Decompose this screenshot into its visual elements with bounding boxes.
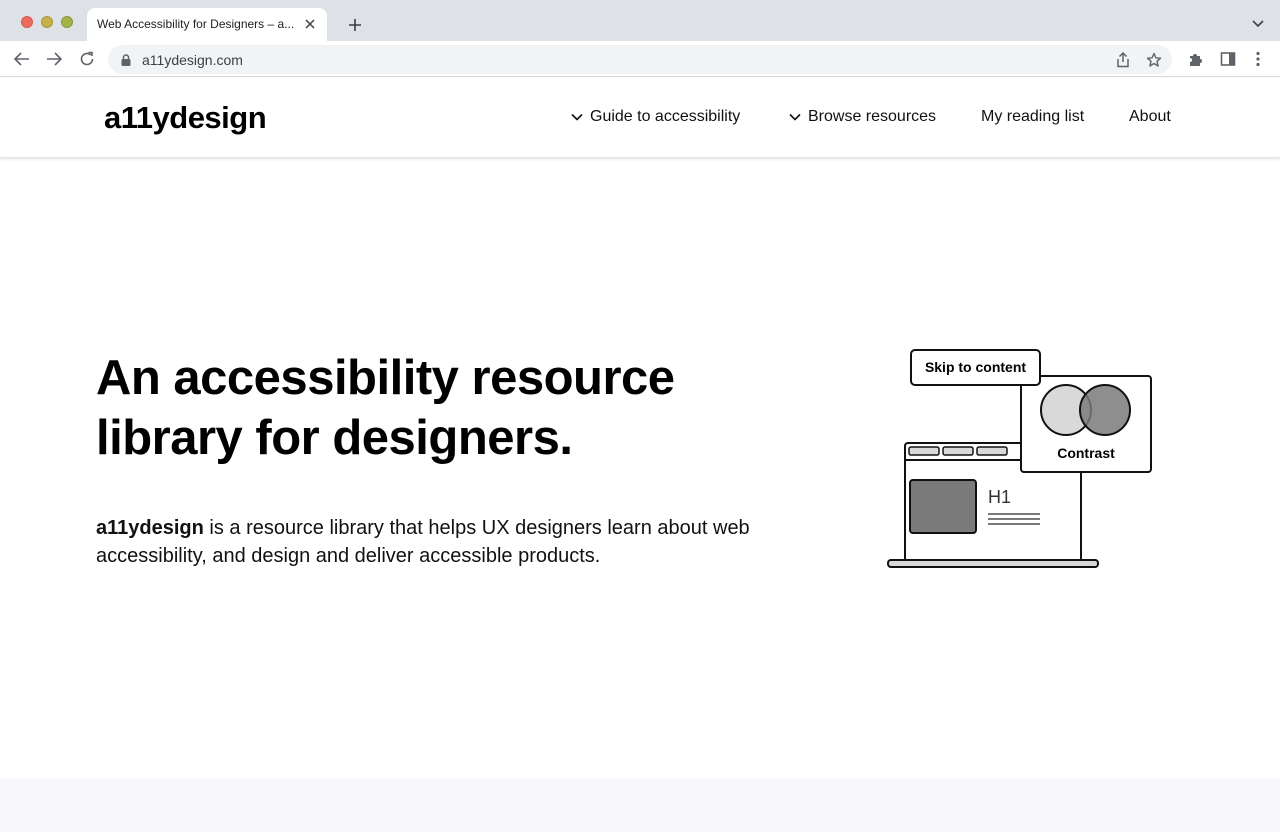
nav-browse-resources[interactable]: Browse resources bbox=[788, 108, 936, 126]
new-tab-icon[interactable] bbox=[345, 15, 365, 35]
heading-h1-label: H1 bbox=[988, 487, 1012, 507]
browser-toolbar: a11ydesign.com bbox=[0, 41, 1280, 77]
window-minimize-button[interactable] bbox=[41, 16, 53, 28]
tab-title: Web Accessibility for Designers – a... bbox=[97, 17, 295, 31]
nav-label: Guide to accessibility bbox=[590, 108, 741, 125]
nav-label: My reading list bbox=[981, 108, 1085, 125]
nav-my-reading-list[interactable]: My reading list bbox=[981, 108, 1084, 126]
window-maximize-button[interactable] bbox=[61, 16, 73, 28]
hero-title-line-1: An accessibility resource bbox=[96, 351, 675, 405]
browser-tabbar: Web Accessibility for Designers – a... bbox=[0, 0, 1280, 41]
share-icon[interactable] bbox=[1114, 51, 1132, 69]
url-text: a11ydesign.com bbox=[142, 52, 243, 68]
browser-menu-icon[interactable] bbox=[1249, 50, 1267, 68]
chevron-down-icon bbox=[789, 113, 801, 121]
nav-guide-to-accessibility[interactable]: Guide to accessibility bbox=[570, 108, 740, 126]
bookmark-star-icon[interactable] bbox=[1145, 51, 1163, 69]
site-logo[interactable]: a11ydesign bbox=[104, 100, 267, 136]
reload-icon[interactable] bbox=[77, 49, 97, 69]
hero-description-brand: a11ydesign bbox=[96, 517, 204, 539]
hero-title-line-2: library for designers. bbox=[96, 411, 573, 465]
back-arrow-icon[interactable] bbox=[12, 49, 32, 69]
site-header: a11ydesign Guide to accessibility Browse… bbox=[0, 78, 1280, 158]
lock-icon bbox=[120, 53, 132, 67]
hero-title: An accessibility resource library for de… bbox=[96, 348, 816, 468]
nav-label: About bbox=[1129, 108, 1171, 125]
extensions-puzzle-icon[interactable] bbox=[1187, 50, 1205, 68]
hero-description: a11ydesign is a resource library that he… bbox=[96, 514, 796, 570]
contrast-label: Contrast bbox=[1057, 445, 1115, 461]
hero-illustration: Skip to content Contrast H1 bbox=[880, 340, 1170, 580]
window-close-button[interactable] bbox=[21, 16, 33, 28]
next-section-band bbox=[0, 778, 1280, 832]
nav-label: Browse resources bbox=[808, 108, 937, 125]
tab-close-icon[interactable] bbox=[301, 15, 319, 33]
side-panel-icon[interactable] bbox=[1219, 50, 1237, 68]
tab-search-chevron-icon[interactable] bbox=[1250, 16, 1266, 32]
skip-to-content-label: Skip to content bbox=[924, 359, 1027, 375]
address-bar[interactable]: a11ydesign.com bbox=[108, 45, 1172, 74]
forward-arrow-icon[interactable] bbox=[44, 49, 64, 69]
chevron-down-icon bbox=[571, 113, 583, 121]
nav-about[interactable]: About bbox=[1129, 108, 1171, 126]
browser-tab-active[interactable]: Web Accessibility for Designers – a... bbox=[87, 8, 327, 41]
